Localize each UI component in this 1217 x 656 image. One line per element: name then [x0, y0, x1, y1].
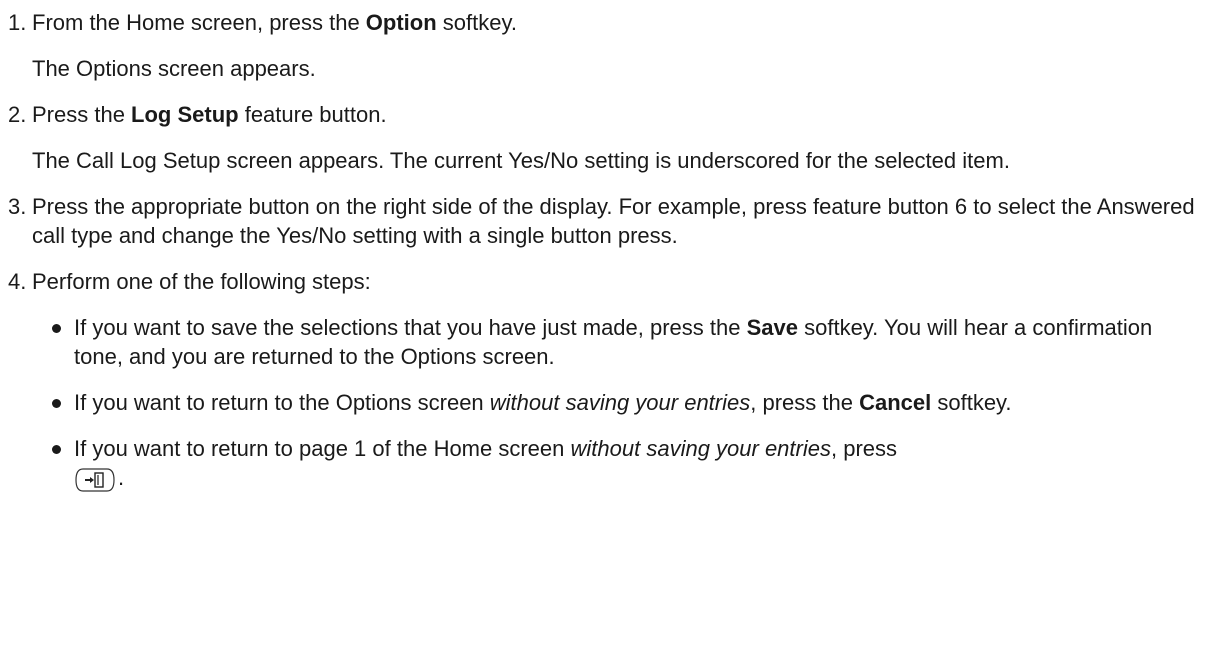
list-item: If you want to save the selections that … [8, 313, 1160, 371]
step-text: Press the appropriate button on the righ… [32, 194, 1195, 248]
step-number: 1. [8, 10, 27, 35]
exit-home-key-icon [74, 467, 116, 500]
step-number: 4. [8, 269, 27, 294]
option-softkey-label: Option [365, 10, 437, 35]
step-number: 3. [8, 194, 27, 219]
bullet-icon [52, 399, 61, 408]
log-setup-button-label: Log Setup [131, 102, 239, 127]
step-4: 4. Perform one of the following steps: [8, 267, 1208, 296]
bullet-icon [52, 445, 61, 454]
step-2-result: The Call Log Setup screen appears. The c… [32, 148, 1010, 173]
cancel-softkey-label: Cancel [859, 390, 932, 415]
procedure-document: 1. From the Home screen, press the Option… [8, 8, 1208, 500]
option-bullet-list: If you want to save the selections that … [8, 313, 1208, 500]
step-text: From the Home screen, press the Option s… [32, 10, 517, 35]
step-number: 2. [8, 102, 27, 127]
step-text: Press the Log Setup feature button. [32, 102, 387, 127]
list-item: If you want to return to the Options scr… [8, 388, 1204, 417]
step-2: 2. Press the Log Setup feature button. [8, 100, 1208, 129]
save-softkey-label: Save [746, 315, 798, 340]
bullet-icon [52, 324, 61, 333]
step-1: 1. From the Home screen, press the Option… [8, 8, 1208, 37]
step-text: Perform one of the following steps: [32, 269, 371, 294]
step-3: 3. Press the appropriate button on the r… [8, 192, 1208, 250]
step-1-result: The Options screen appears. [32, 56, 316, 81]
list-item: If you want to return to page 1 of the H… [8, 434, 1160, 500]
